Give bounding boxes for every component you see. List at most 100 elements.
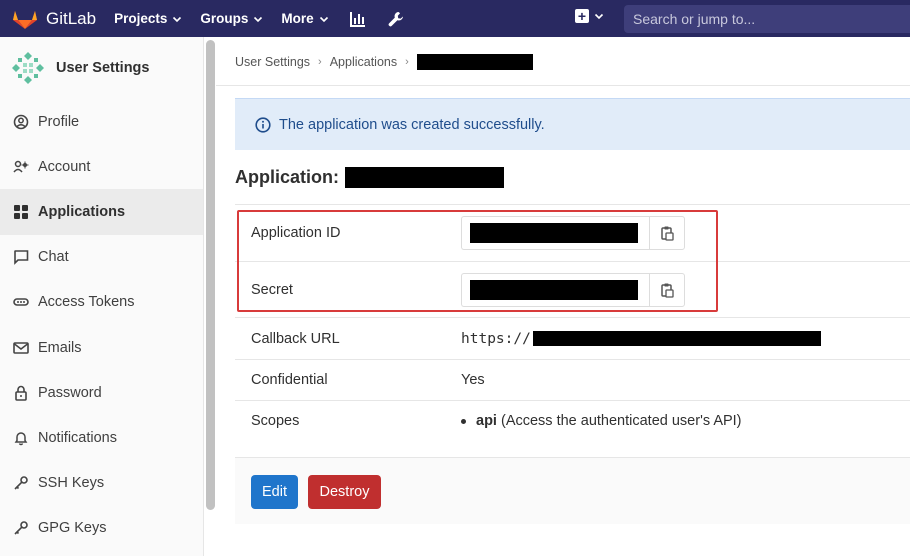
- more-menu[interactable]: More: [281, 11, 328, 26]
- application-id-input[interactable]: [461, 216, 649, 250]
- groups-menu[interactable]: Groups: [200, 11, 263, 26]
- table-row-scopes: Scopes api (Access the authenticated use…: [235, 400, 910, 441]
- sidebar-item-label: GPG Keys: [38, 520, 107, 537]
- page-title-label: Application:: [235, 167, 339, 187]
- callback-url-value: https://: [461, 331, 821, 347]
- application-id-label: Application ID: [251, 225, 341, 241]
- sidebar-item-emails[interactable]: Emails: [0, 325, 203, 370]
- breadcrumb-user-settings[interactable]: User Settings: [235, 55, 310, 69]
- chevron-down-icon: [173, 16, 182, 22]
- application-details-table: Application ID Secret Callback URL https…: [235, 204, 910, 441]
- chat-icon: [12, 248, 30, 266]
- breadcrumb-redacted-app-name: [416, 54, 533, 70]
- sidebar-item-label: Emails: [38, 339, 82, 356]
- key-icon: [12, 519, 30, 537]
- scope-description: (Access the authenticated user's API): [500, 413, 742, 429]
- table-row-confidential: Confidential Yes: [235, 359, 910, 400]
- search-input[interactable]: [633, 11, 903, 27]
- sidebar-item-password[interactable]: Password: [0, 370, 203, 415]
- profile-icon: [12, 113, 30, 131]
- bar-chart-icon: [349, 11, 365, 27]
- table-row-application-id: Application ID: [235, 204, 910, 261]
- activity-chart-button[interactable]: [349, 10, 367, 28]
- clipboard-icon: [661, 283, 674, 298]
- chevron-down-icon: [594, 13, 604, 20]
- chevron-down-icon: [254, 16, 263, 22]
- groups-label: Groups: [200, 11, 249, 26]
- sidebar-scrollbar[interactable]: [206, 40, 215, 510]
- sidebar-item-gpg-keys[interactable]: GPG Keys: [0, 506, 203, 551]
- redacted-callback-url: [532, 331, 821, 346]
- gitlab-home-link[interactable]: GitLab: [12, 8, 96, 30]
- sidebar-item-label: Access Tokens: [38, 294, 135, 311]
- success-alert: The application was created successfully…: [235, 98, 910, 150]
- user-settings-avatar-icon: [10, 50, 46, 86]
- admin-wrench-button[interactable]: [387, 10, 405, 28]
- chevron-right-icon: ›: [405, 56, 409, 68]
- callback-url-prefix: https://: [461, 330, 531, 347]
- sidebar-item-applications[interactable]: Applications: [0, 189, 203, 235]
- sidebar-item-label: Profile: [38, 113, 80, 130]
- sidebar-item-profile[interactable]: Profile: [0, 99, 203, 144]
- gitlab-logo-icon: [13, 10, 37, 29]
- projects-menu[interactable]: Projects: [114, 11, 182, 26]
- brand-name: GitLab: [46, 8, 97, 28]
- applications-icon: [12, 203, 30, 221]
- sidebar: User Settings Profile Account Applicatio…: [0, 37, 204, 556]
- confidential-value: Yes: [461, 372, 485, 388]
- sidebar-item-notifications[interactable]: Notifications: [0, 415, 203, 460]
- sidebar-item-label: Chat: [38, 249, 69, 266]
- info-icon: [255, 116, 271, 133]
- main-content: User Settings › Applications › The appli…: [216, 37, 910, 556]
- scopes-label: Scopes: [251, 413, 300, 429]
- wrench-icon: [388, 11, 403, 26]
- key-icon: [12, 474, 30, 492]
- secret-field: [461, 272, 685, 307]
- sidebar-item-label: Account: [38, 158, 91, 175]
- destroy-button[interactable]: Destroy: [308, 475, 381, 509]
- alert-message: The application was created successfully…: [279, 116, 545, 133]
- application-id-field: [461, 216, 685, 250]
- bell-icon: [12, 429, 30, 447]
- divider: [216, 85, 910, 86]
- copy-application-id-button[interactable]: [649, 216, 685, 250]
- copy-secret-button[interactable]: [649, 272, 685, 307]
- breadcrumb-applications[interactable]: Applications: [330, 55, 397, 69]
- sidebar-title: User Settings: [56, 60, 150, 76]
- table-row-callback-url: Callback URL https://: [235, 317, 910, 359]
- secret-input[interactable]: [461, 272, 649, 307]
- more-label: More: [281, 11, 314, 26]
- scope-list-item: api (Access the authenticated user's API…: [461, 413, 742, 429]
- breadcrumb: User Settings › Applications ›: [235, 54, 533, 70]
- redacted-secret: [470, 279, 638, 300]
- sidebar-item-access-tokens[interactable]: Access Tokens: [0, 280, 203, 325]
- callback-url-label: Callback URL: [251, 330, 340, 347]
- sidebar-item-account[interactable]: Account: [0, 144, 203, 189]
- projects-label: Projects: [114, 11, 168, 26]
- mail-icon: [12, 339, 30, 357]
- scope-name: api: [476, 413, 497, 429]
- edit-button[interactable]: Edit: [251, 475, 298, 509]
- form-actions: Edit Destroy: [235, 457, 910, 524]
- sidebar-item-ssh-keys[interactable]: SSH Keys: [0, 461, 203, 506]
- chevron-right-icon: ›: [318, 56, 322, 68]
- sidebar-item-label: SSH Keys: [38, 475, 105, 492]
- clipboard-icon: [661, 226, 674, 241]
- sidebar-item-chat[interactable]: Chat: [0, 235, 203, 280]
- sidebar-header[interactable]: User Settings: [0, 37, 203, 99]
- confidential-label: Confidential: [251, 372, 328, 388]
- token-icon: [12, 293, 30, 311]
- plus-square-icon: +: [575, 9, 589, 23]
- new-item-dropdown[interactable]: +: [575, 9, 604, 23]
- redacted-application-id: [470, 223, 638, 243]
- page-title: Application:: [235, 167, 504, 188]
- search-box[interactable]: [624, 5, 910, 33]
- redacted-app-name: [345, 167, 504, 188]
- lock-icon: [12, 384, 30, 402]
- chevron-down-icon: [319, 16, 328, 22]
- sidebar-item-label: Notifications: [38, 429, 117, 446]
- bullet: [461, 418, 466, 424]
- sidebar-item-label: Password: [38, 384, 102, 401]
- top-navbar: GitLab Projects Groups More +: [0, 0, 910, 37]
- account-icon: [12, 158, 30, 176]
